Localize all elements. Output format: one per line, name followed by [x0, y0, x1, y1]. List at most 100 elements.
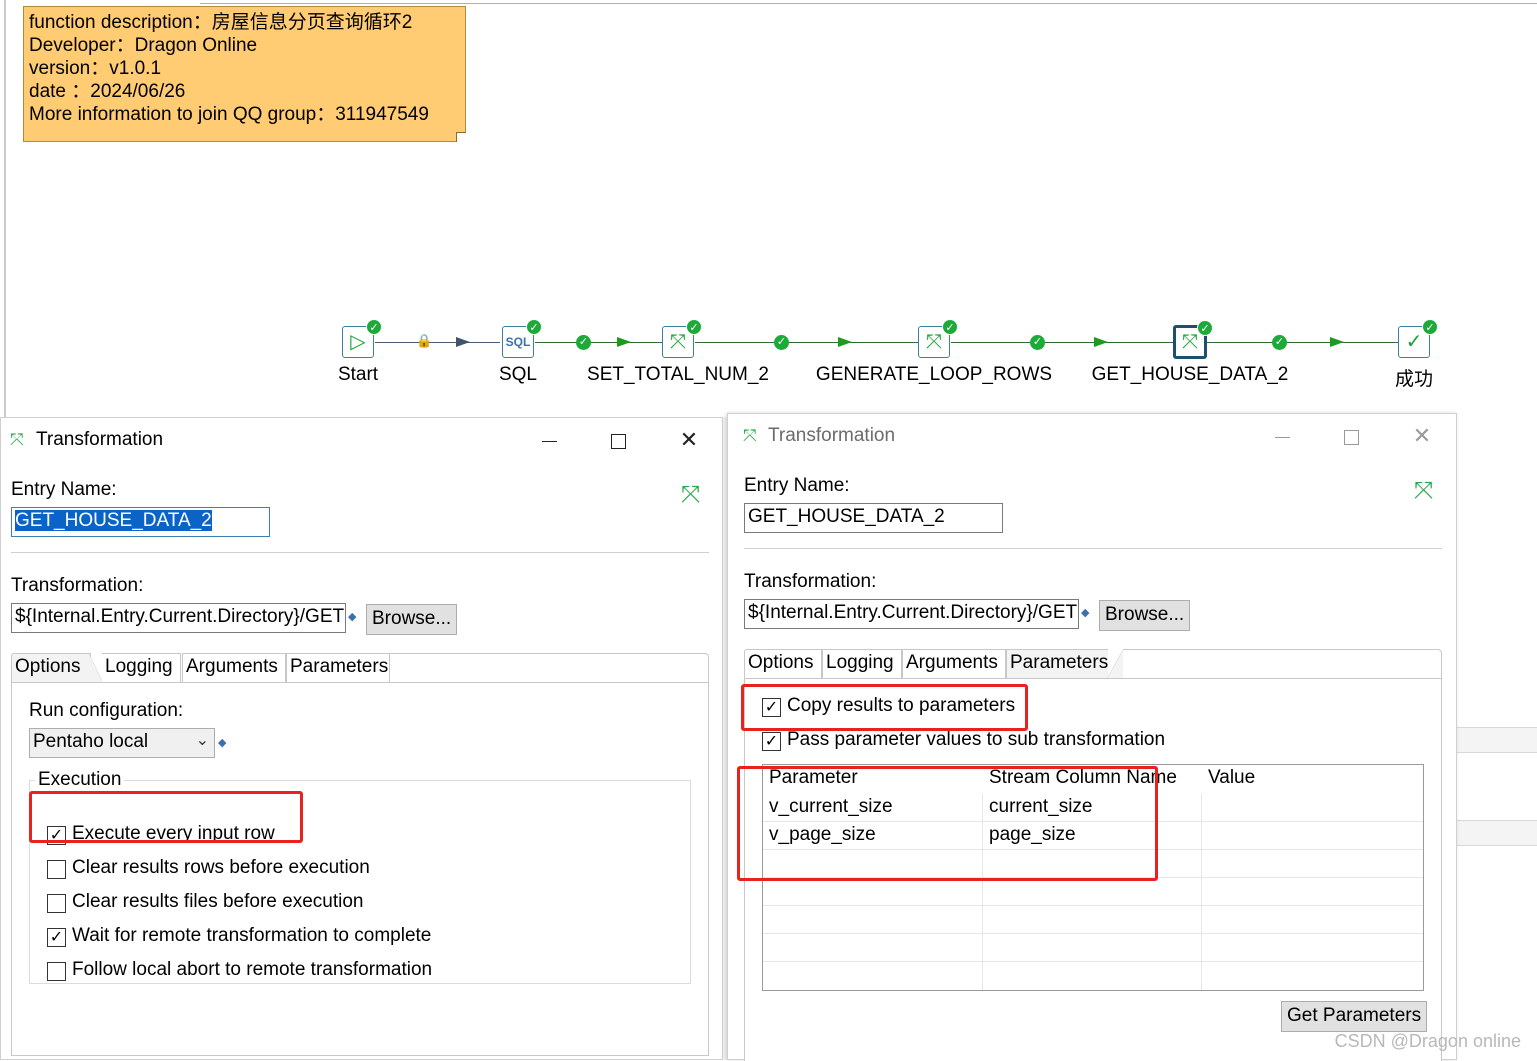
- tab-strip: [390, 653, 709, 683]
- title-bar[interactable]: ⤧ Transformation ✕: [728, 414, 1456, 458]
- table-cell[interactable]: [983, 962, 1202, 990]
- table-cell[interactable]: [763, 934, 983, 962]
- status-ok-icon: ✓: [686, 319, 702, 335]
- tab-arguments[interactable]: Arguments: [902, 649, 1006, 679]
- transformation-dialog-parameters: ⤧ Transformation ✕ Entry Name: ⤧ GET_HOU…: [727, 413, 1457, 1061]
- hop-ok-icon: ✓: [774, 335, 789, 350]
- note-line: date ：2024/06/26: [29, 81, 186, 102]
- checkbox-label: Pass parameter values to sub transformat…: [787, 729, 1166, 750]
- table-row[interactable]: [763, 934, 1423, 962]
- pass-params-checkbox[interactable]: ✓ Pass parameter values to sub transform…: [762, 729, 1212, 755]
- minimize-icon: [1274, 436, 1290, 438]
- status-ok-icon: ✓: [366, 319, 382, 335]
- transformation-icon: ⤧: [1182, 331, 1198, 353]
- browse-button[interactable]: Browse...: [366, 604, 458, 635]
- close-button[interactable]: ✕: [674, 426, 704, 454]
- hop-arrow-icon: [838, 337, 852, 347]
- options-panel: Run configuration: Pentaho local ⌄ ◆ Exe…: [11, 682, 709, 1056]
- transformation-icon: ⤧: [743, 426, 757, 445]
- tab-options[interactable]: Options: [11, 653, 91, 683]
- transformation-path-input[interactable]: ${Internal.Entry.Current.Directory}/GET: [11, 603, 346, 633]
- status-ok-icon: ✓: [942, 319, 958, 335]
- tab-parameters[interactable]: Parameters: [286, 653, 390, 683]
- clear-results-rows-checkbox[interactable]: Clear results rows before execution: [47, 857, 447, 883]
- tab-options[interactable]: Options: [744, 649, 822, 679]
- hop-line[interactable]: [1207, 342, 1398, 343]
- job-entry-label: SET_TOTAL_NUM_2: [587, 364, 769, 385]
- browse-button[interactable]: Browse...: [1099, 600, 1191, 631]
- transformation-path-input[interactable]: ${Internal.Entry.Current.Directory}/GET: [744, 599, 1079, 629]
- clear-results-files-checkbox[interactable]: Clear results files before execution: [47, 891, 447, 917]
- table-cell[interactable]: [983, 906, 1202, 934]
- execution-group-title: Execution: [35, 769, 125, 791]
- transformation-icon: ⤧: [10, 430, 24, 449]
- entry-name-input[interactable]: GET_HOUSE_DATA_2: [11, 507, 270, 537]
- table-cell[interactable]: [983, 878, 1202, 906]
- checkbox-label: Clear results rows before execution: [72, 857, 370, 878]
- job-entry-label: GET_HOUSE_DATA_2: [1091, 364, 1289, 385]
- variable-icon: ◆: [218, 737, 227, 749]
- table-cell[interactable]: [763, 906, 983, 934]
- status-ok-icon: ✓: [526, 319, 542, 335]
- job-entry-label: 成功: [1394, 369, 1434, 390]
- job-entry-set-total-num[interactable]: ⤧ ✓: [662, 319, 702, 358]
- entry-name-label: Entry Name:: [11, 479, 117, 500]
- table-cell[interactable]: [1202, 822, 1423, 850]
- tab-arguments[interactable]: Arguments: [182, 653, 286, 683]
- hop-arrow-icon: [1094, 337, 1108, 347]
- checkbox-unchecked-icon: [47, 894, 66, 913]
- checkbox-unchecked-icon: [47, 860, 66, 879]
- watermark: CSDN @Dragon online: [1334, 1031, 1521, 1051]
- transformation-icon: ⤧: [681, 481, 701, 508]
- hop-ok-icon: ✓: [1030, 335, 1045, 350]
- minimize-button[interactable]: [1267, 422, 1297, 450]
- table-row[interactable]: [763, 906, 1423, 934]
- lock-icon: 🔒: [416, 333, 433, 348]
- hop-arrow-icon: [1330, 337, 1344, 347]
- close-button[interactable]: ✕: [1407, 422, 1437, 450]
- maximize-icon: [610, 433, 626, 449]
- entry-name-input[interactable]: GET_HOUSE_DATA_2: [744, 503, 1003, 533]
- table-row[interactable]: [763, 962, 1423, 990]
- note-line: Developer：Dragon Online: [29, 35, 258, 56]
- wait-remote-checkbox[interactable]: ✓ Wait for remote transformation to comp…: [47, 925, 467, 951]
- job-note[interactable]: function description：房屋信息分页查询循环2 Develop…: [23, 6, 466, 142]
- tab-logging[interactable]: Logging: [102, 653, 181, 683]
- table-cell[interactable]: [983, 934, 1202, 962]
- background-panel: [1457, 820, 1537, 846]
- hop-line[interactable]: [951, 342, 1173, 343]
- follow-local-abort-checkbox[interactable]: Follow local abort to remote transformat…: [47, 959, 467, 985]
- maximize-icon: [1343, 429, 1359, 445]
- job-entry-generate-loop-rows[interactable]: ⤧ ✓: [918, 319, 958, 358]
- maximize-button[interactable]: [1336, 422, 1366, 450]
- get-parameters-button[interactable]: Get Parameters: [1281, 1001, 1428, 1032]
- tab-logging[interactable]: Logging: [822, 649, 902, 679]
- job-entry-start[interactable]: ▷ ✓: [342, 319, 382, 358]
- hop-line[interactable]: [695, 342, 918, 343]
- tab-strip: [1123, 649, 1442, 679]
- transformation-label: Transformation:: [11, 575, 144, 596]
- hop-line[interactable]: [375, 342, 500, 343]
- job-entry-sql[interactable]: SQL ✓: [502, 319, 542, 358]
- job-canvas[interactable]: function description：房屋信息分页查询循环2 Develop…: [0, 0, 1537, 420]
- minimize-button[interactable]: [534, 426, 564, 454]
- table-cell[interactable]: [763, 878, 983, 906]
- hop-line[interactable]: [535, 342, 662, 343]
- tab-parameters[interactable]: Parameters: [1006, 649, 1108, 679]
- maximize-button[interactable]: [603, 426, 633, 454]
- success-check-icon: ✓: [1405, 331, 1423, 353]
- table-cell[interactable]: [1202, 794, 1423, 822]
- entry-name-value: GET_HOUSE_DATA_2: [15, 510, 212, 531]
- hop-ok-icon: ✓: [576, 335, 591, 350]
- table-row[interactable]: [763, 878, 1423, 906]
- checkbox-checked-icon: ✓: [762, 732, 781, 751]
- run-config-select[interactable]: Pentaho local ⌄: [29, 728, 215, 758]
- table-cell[interactable]: [763, 962, 983, 990]
- tab-slant: [89, 654, 103, 683]
- column-header[interactable]: Value: [1202, 765, 1423, 793]
- job-entry-success[interactable]: ✓ ✓: [1398, 319, 1438, 358]
- title-bar[interactable]: ⤧ Transformation ✕: [1, 418, 722, 462]
- transformation-dialog-options: ⤧ Transformation ✕ Entry Name: ⤧ GET_HOU…: [0, 417, 723, 1060]
- checkbox-unchecked-icon: [47, 962, 66, 981]
- job-entry-get-house-data[interactable]: ⤧ ✓: [1173, 320, 1213, 359]
